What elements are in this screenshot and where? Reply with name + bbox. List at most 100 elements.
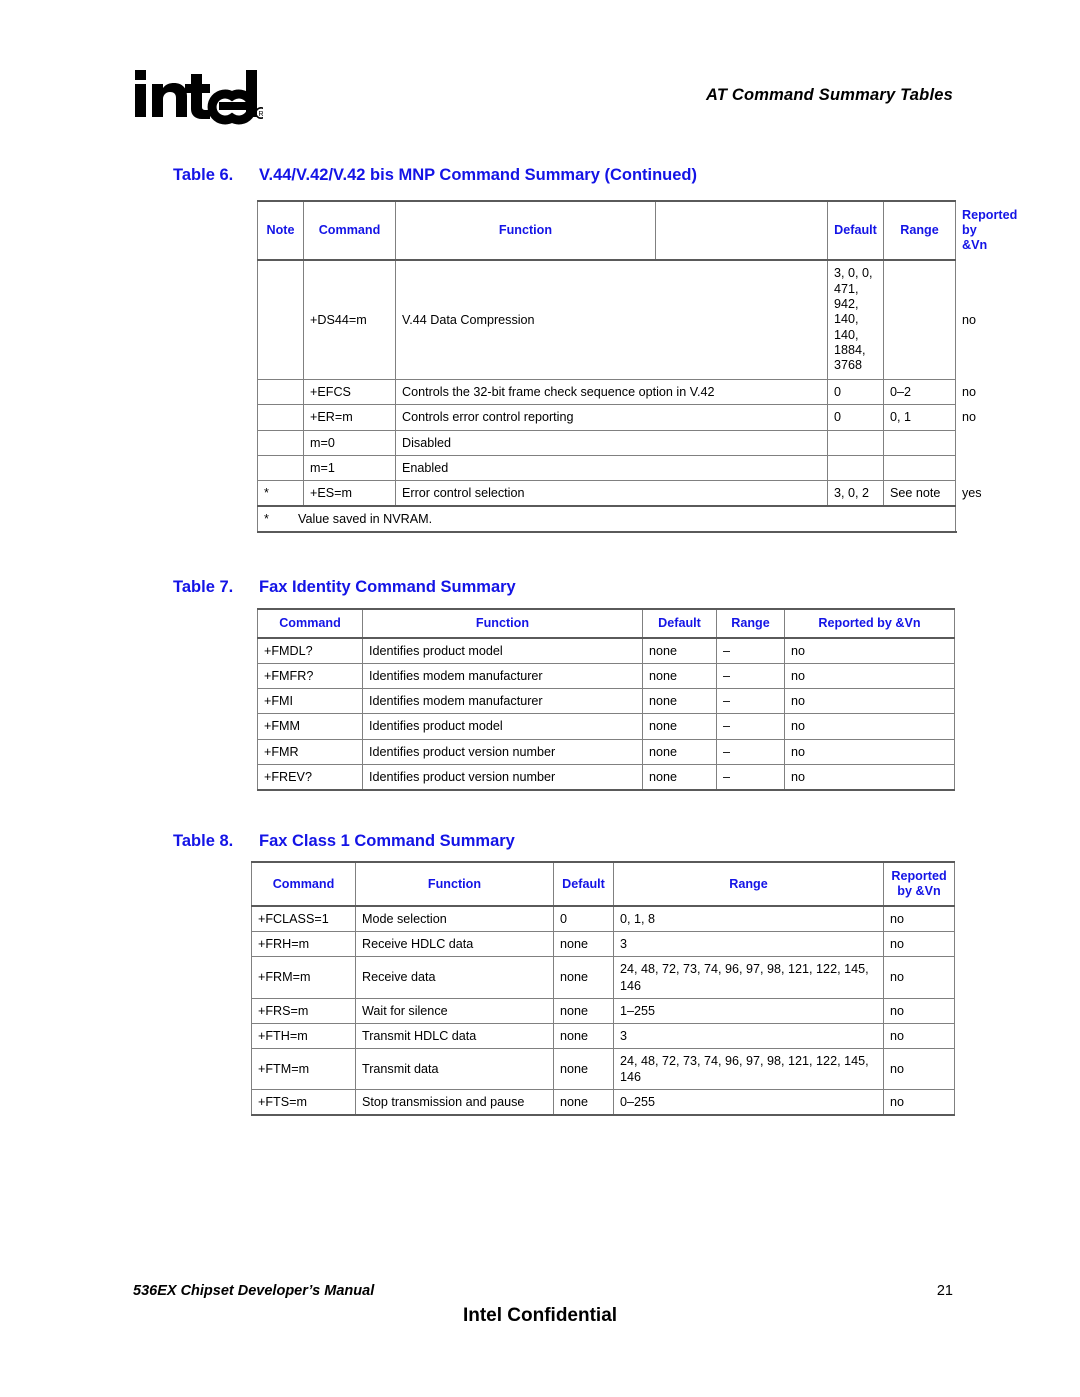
cell-function: Transmit HDLC data (355, 1022, 554, 1049)
footer-confidential-notice: Intel Confidential (462, 1305, 618, 1326)
cell-command: +FCLASS=1 (251, 905, 356, 933)
cell-function: Receive HDLC data (355, 931, 554, 958)
cell-function: Identifies product model (362, 713, 643, 740)
cell-range (883, 454, 956, 481)
cell-reported: no (883, 1089, 955, 1117)
table-row: +FMI Identifies modem manufacturer none … (257, 688, 955, 715)
cell-function: Transmit data (355, 1047, 554, 1091)
table-row: +FMR Identifies product version number n… (257, 738, 955, 765)
cell-default: none (642, 663, 717, 690)
table6-col-blank (655, 199, 828, 262)
cell-function: Identifies modem manufacturer (362, 688, 643, 715)
cell-function: V.44 Data Compression (395, 259, 828, 381)
table7-col-function: Function (362, 607, 643, 640)
table7-col-range: Range (716, 607, 785, 640)
cell-command: +FTS=m (251, 1089, 356, 1117)
table6-col-command: Command (303, 199, 396, 262)
cell-range: 24, 48, 72, 73, 74, 96, 97, 98, 121, 122… (613, 956, 884, 999)
table8-col-reported-line2: by &Vn (897, 884, 941, 899)
cell-command: m=1 (303, 454, 396, 481)
cell-function: Mode selection (355, 905, 554, 933)
cell-note: * (257, 479, 304, 507)
cell-command: +ER=m (303, 404, 396, 431)
cell-reported: no (784, 637, 955, 665)
cell-range: 3 (613, 1022, 884, 1049)
cell-default: 0 (827, 379, 884, 406)
table8-col-function: Function (355, 860, 554, 908)
cell-function: Enabled (395, 454, 828, 481)
cell-reported: no (883, 931, 955, 958)
cell-reported: no (883, 905, 955, 933)
cell-default: 0 (553, 905, 614, 933)
cell-note (257, 259, 304, 381)
intel-logo: R (133, 66, 263, 128)
cell-function: Identifies product model (362, 637, 643, 665)
cell-range: 3 (613, 931, 884, 958)
footer-manual-title: 536EX Chipset Developer’s Manual (133, 1283, 375, 1299)
cell-range: 0–2 (883, 379, 956, 406)
document-page: R AT Command Summary Tables Table 6. V.44… (0, 0, 1080, 1397)
cell-range: – (716, 738, 785, 765)
cell-command: +FMR (257, 738, 363, 765)
cell-range: 24, 48, 72, 73, 74, 96, 97, 98, 121, 122… (613, 1047, 884, 1091)
table6-caption-number: Table 6. (173, 166, 234, 184)
cell-note (257, 454, 304, 481)
table-v44-v42-mnp-command-summary: Note Command Function Default Range Repo… (257, 199, 1017, 533)
table-row: +DS44=m V.44 Data Compression 3, 0, 0, 4… (257, 259, 976, 381)
cell-command: +FREV? (257, 763, 363, 791)
cell-default: none (642, 688, 717, 715)
cell-function: Stop transmission and pause (355, 1089, 554, 1117)
table-fax-class-1-command-summary: Command Function Default Range Reported … (251, 860, 955, 1117)
table-row: +FMFR? Identifies modem manufacturer non… (257, 663, 955, 690)
cell-range: – (716, 663, 785, 690)
table6-col-range: Range (883, 199, 956, 262)
cell-command: +FMM (257, 713, 363, 740)
cell-command: +ES=m (303, 479, 396, 507)
cell-command: +DS44=m (303, 259, 396, 381)
table-row: +FTS=m Stop transmission and pause none … (251, 1089, 955, 1117)
table-row: * +ES=m Error control selection 3, 0, 2 … (257, 479, 982, 507)
cell-command: m=0 (303, 429, 396, 456)
table8-col-command: Command (251, 860, 356, 908)
cell-reported: no (784, 713, 955, 740)
cell-command: +FMFR? (257, 663, 363, 690)
table-row: m=1 Enabled (257, 454, 956, 481)
table-fax-identity-command-summary: Command Function Default Range Reported … (257, 607, 955, 791)
table7-col-default: Default (642, 607, 717, 640)
footer-page-number: 21 (936, 1283, 953, 1299)
cell-function: Controls the 32-bit frame check sequence… (395, 379, 828, 406)
cell-function: Identifies product version number (362, 763, 643, 791)
table6-header-row: Note Command Function Default Range Repo… (257, 199, 1017, 262)
cell-command: +FMI (257, 688, 363, 715)
cell-reported: no (883, 1022, 955, 1049)
table-row: +FRH=m Receive HDLC data none 3 no (251, 931, 955, 958)
cell-default (827, 429, 884, 456)
table-row: +FCLASS=1 Mode selection 0 0, 1, 8 no (251, 905, 955, 933)
running-head-title: AT Command Summary Tables (705, 86, 953, 104)
table7-col-command: Command (257, 607, 363, 640)
cell-default: none (642, 713, 717, 740)
cell-range: – (716, 688, 785, 715)
table8-col-default: Default (553, 860, 614, 908)
table-row: m=0 Disabled (257, 429, 956, 456)
cell-default: none (553, 997, 614, 1024)
table6-footnote: * Value saved in NVRAM. (257, 504, 956, 533)
cell-default: none (642, 637, 717, 665)
cell-command: +FTM=m (251, 1047, 356, 1091)
cell-default: none (553, 1022, 614, 1049)
cell-function: Receive data (355, 956, 554, 999)
cell-function: Disabled (395, 429, 828, 456)
cell-default: 3, 0, 2 (827, 479, 884, 507)
table8-col-reported-line1: Reported (891, 869, 947, 883)
cell-range: See note (883, 479, 956, 507)
table-row: +FRS=m Wait for silence none 1–255 no (251, 997, 955, 1024)
cell-default: 0 (827, 404, 884, 431)
cell-range: 1–255 (613, 997, 884, 1024)
table7-header-row: Command Function Default Range Reported … (257, 607, 955, 640)
cell-default: none (553, 956, 614, 999)
table-row: +FMDL? Identifies product model none – n… (257, 637, 955, 665)
table7-body: +FMDL? Identifies product model none – n… (257, 637, 955, 791)
cell-command: +FRH=m (251, 931, 356, 958)
footnote-text: Value saved in NVRAM. (298, 511, 433, 526)
cell-reported: no (784, 663, 955, 690)
